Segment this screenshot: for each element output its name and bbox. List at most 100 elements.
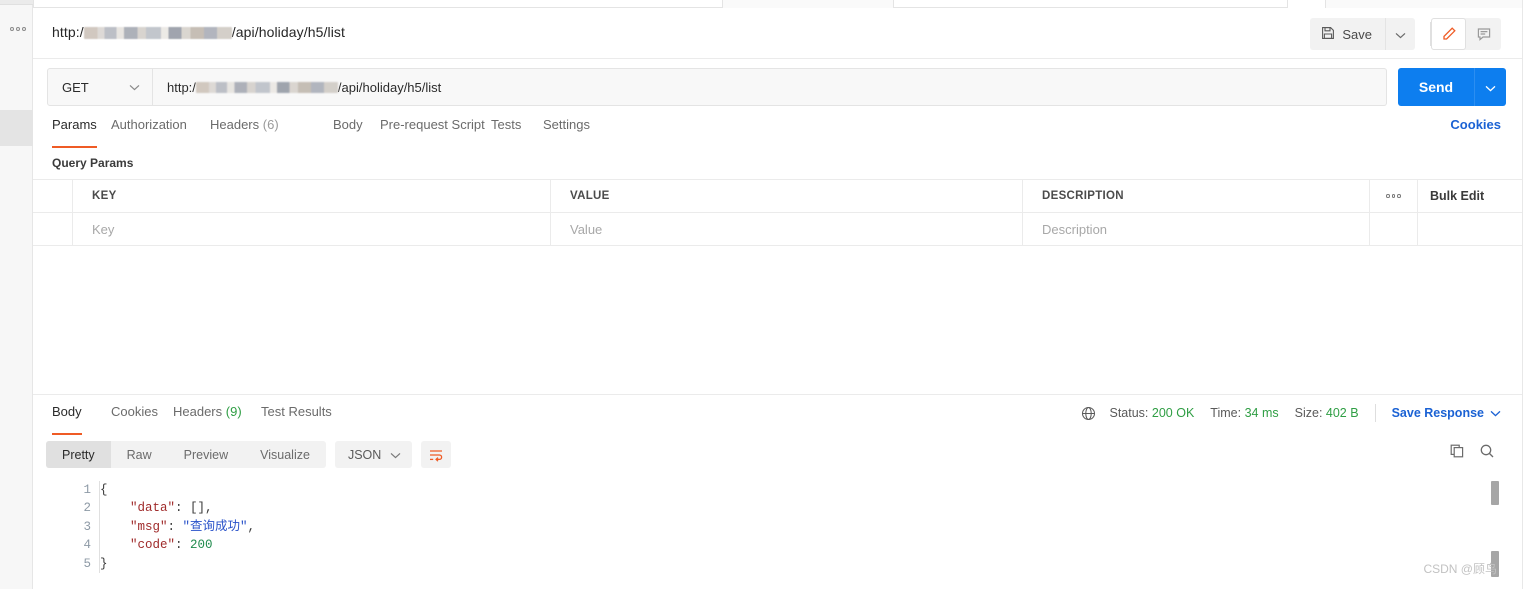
table-row: Key Value Description xyxy=(33,213,1523,246)
tab-test-results[interactable]: Test Results xyxy=(261,404,332,433)
send-button[interactable]: Send xyxy=(1398,68,1474,106)
tab-settings[interactable]: Settings xyxy=(543,117,590,146)
line-number-gutter: 1 2 3 4 5 xyxy=(33,481,91,573)
globe-icon xyxy=(1081,406,1096,421)
time-label: Time: xyxy=(1210,406,1242,420)
tab-headers[interactable]: Headers (6) xyxy=(210,117,279,146)
request-tab-1[interactable] xyxy=(33,0,723,8)
tab-label: Headers xyxy=(173,404,223,419)
http-method-select[interactable]: GET xyxy=(47,68,153,106)
tab-strip xyxy=(33,0,1523,8)
response-language-select[interactable]: JSON xyxy=(334,441,413,468)
param-value-input[interactable]: Value xyxy=(551,213,1023,245)
chevron-down-icon xyxy=(390,448,401,462)
tab-authorization[interactable]: Authorization xyxy=(111,117,187,146)
code-line: "data": [], xyxy=(100,499,255,517)
tab-count: (9) xyxy=(225,404,242,419)
code-line-text: "code" xyxy=(100,538,176,553)
code-punct: : xyxy=(175,538,191,553)
redacted-host xyxy=(195,81,338,93)
format-pretty-button[interactable]: Pretty xyxy=(46,441,111,468)
format-segmented-control: Pretty Raw Preview Visualize xyxy=(46,441,326,468)
search-icon[interactable] xyxy=(1479,443,1495,459)
size-label: Size: xyxy=(1294,406,1323,420)
chevron-down-icon xyxy=(1490,406,1501,420)
time-value: 34 ms xyxy=(1244,406,1279,420)
response-status-bar: Status: 200 OK Time: 34 ms Size: 402 B S… xyxy=(1081,404,1502,422)
bulk-edit-button[interactable]: Bulk Edit xyxy=(1418,180,1523,212)
param-description-input[interactable]: Description xyxy=(1023,213,1370,245)
code-line: { xyxy=(100,481,255,499)
postman-request-screen: http://api/holiday/h5/list Save GET http… xyxy=(0,0,1523,589)
request-title-suffix: /api/holiday/h5/list xyxy=(231,24,346,40)
response-divider xyxy=(33,394,1523,395)
column-header-key: KEY xyxy=(73,180,551,212)
line-number: 1 xyxy=(83,483,91,497)
save-response-button[interactable]: Save Response xyxy=(1392,406,1501,420)
rail-top-stub xyxy=(0,0,33,5)
word-wrap-icon[interactable] xyxy=(421,441,452,468)
request-tab-3[interactable] xyxy=(1288,0,1326,8)
tab-count: (6) xyxy=(262,117,279,132)
line-number: 2 xyxy=(83,501,91,516)
line-number: 5 xyxy=(83,556,91,571)
tab-params[interactable]: Params xyxy=(52,117,97,148)
save-button-group: Save xyxy=(1310,18,1415,50)
send-dropdown-button[interactable] xyxy=(1474,68,1506,106)
request-tabs: Params Authorization Headers (6) Body Pr… xyxy=(33,117,1523,148)
ellipsis-icon[interactable] xyxy=(8,22,28,36)
format-raw-button[interactable]: Raw xyxy=(111,441,168,468)
code-string: "查询成功" xyxy=(182,519,248,534)
tab-tests[interactable]: Tests xyxy=(491,117,521,146)
url-input[interactable]: http:/ /api/holiday/h5/list xyxy=(153,68,1387,106)
column-header-description: DESCRIPTION xyxy=(1023,180,1370,212)
comment-icon[interactable] xyxy=(1466,18,1501,50)
tab-label: Headers xyxy=(210,117,260,132)
pencil-icon[interactable] xyxy=(1431,18,1466,50)
copy-icon[interactable] xyxy=(1449,443,1465,459)
row-more-cell xyxy=(1370,213,1418,245)
tab-response-cookies[interactable]: Cookies xyxy=(111,404,158,433)
ellipsis-icon[interactable] xyxy=(1370,180,1418,212)
status-label: Status: xyxy=(1109,406,1149,420)
tab-pre-request-script[interactable]: Pre-request Script xyxy=(380,117,485,146)
save-button[interactable]: Save xyxy=(1310,18,1385,50)
code-line: } xyxy=(100,555,255,573)
tab-body[interactable]: Body xyxy=(333,117,363,146)
format-visualize-button[interactable]: Visualize xyxy=(244,441,326,468)
request-title-prefix: http:/ xyxy=(52,24,84,40)
header-gutter xyxy=(33,180,73,212)
save-button-label: Save xyxy=(1342,26,1372,42)
tab-response-headers[interactable]: Headers (9) xyxy=(173,404,242,433)
response-body-tools xyxy=(1449,443,1495,459)
param-key-input[interactable]: Key xyxy=(73,213,551,245)
tab-response-body[interactable]: Body xyxy=(52,404,82,435)
chevron-down-icon xyxy=(1395,27,1406,42)
status-value: 200 OK xyxy=(1151,406,1195,420)
tab-label: Params xyxy=(52,117,97,132)
url-prefix: http:/ xyxy=(167,79,196,95)
rail-active-indicator[interactable] xyxy=(0,110,33,146)
response-body-code[interactable]: 1 2 3 4 5 { "data": [], "msg": "查询成功", "… xyxy=(33,478,1523,589)
url-bar: GET http:/ /api/holiday/h5/list Send xyxy=(47,68,1506,106)
response-format-toolbar: Pretty Raw Preview Visualize JSON xyxy=(46,441,452,468)
size-value: 402 B xyxy=(1325,406,1359,420)
format-preview-button[interactable]: Preview xyxy=(168,441,244,468)
column-header-value: VALUE xyxy=(551,180,1023,212)
tab-label: Cookies xyxy=(111,404,158,419)
request-tab-2[interactable] xyxy=(893,0,1288,8)
tab-label: Authorization xyxy=(111,117,187,132)
code-line-text: "data" xyxy=(100,501,176,516)
chevron-down-icon xyxy=(1485,80,1496,95)
code-number: 200 xyxy=(190,538,213,553)
scrollbar-thumb-top[interactable] xyxy=(1491,481,1499,505)
save-response-label: Save Response xyxy=(1391,406,1484,420)
tab-label: Tests xyxy=(491,117,522,132)
line-number: 4 xyxy=(83,538,91,553)
time-text: Time: 34 ms xyxy=(1210,406,1278,420)
code-punct: : xyxy=(167,519,183,534)
view-mode-toggle xyxy=(1431,18,1501,50)
save-dropdown-button[interactable] xyxy=(1385,18,1415,50)
cookies-link[interactable]: Cookies xyxy=(1450,117,1501,132)
row-checkbox-cell[interactable] xyxy=(33,213,73,245)
